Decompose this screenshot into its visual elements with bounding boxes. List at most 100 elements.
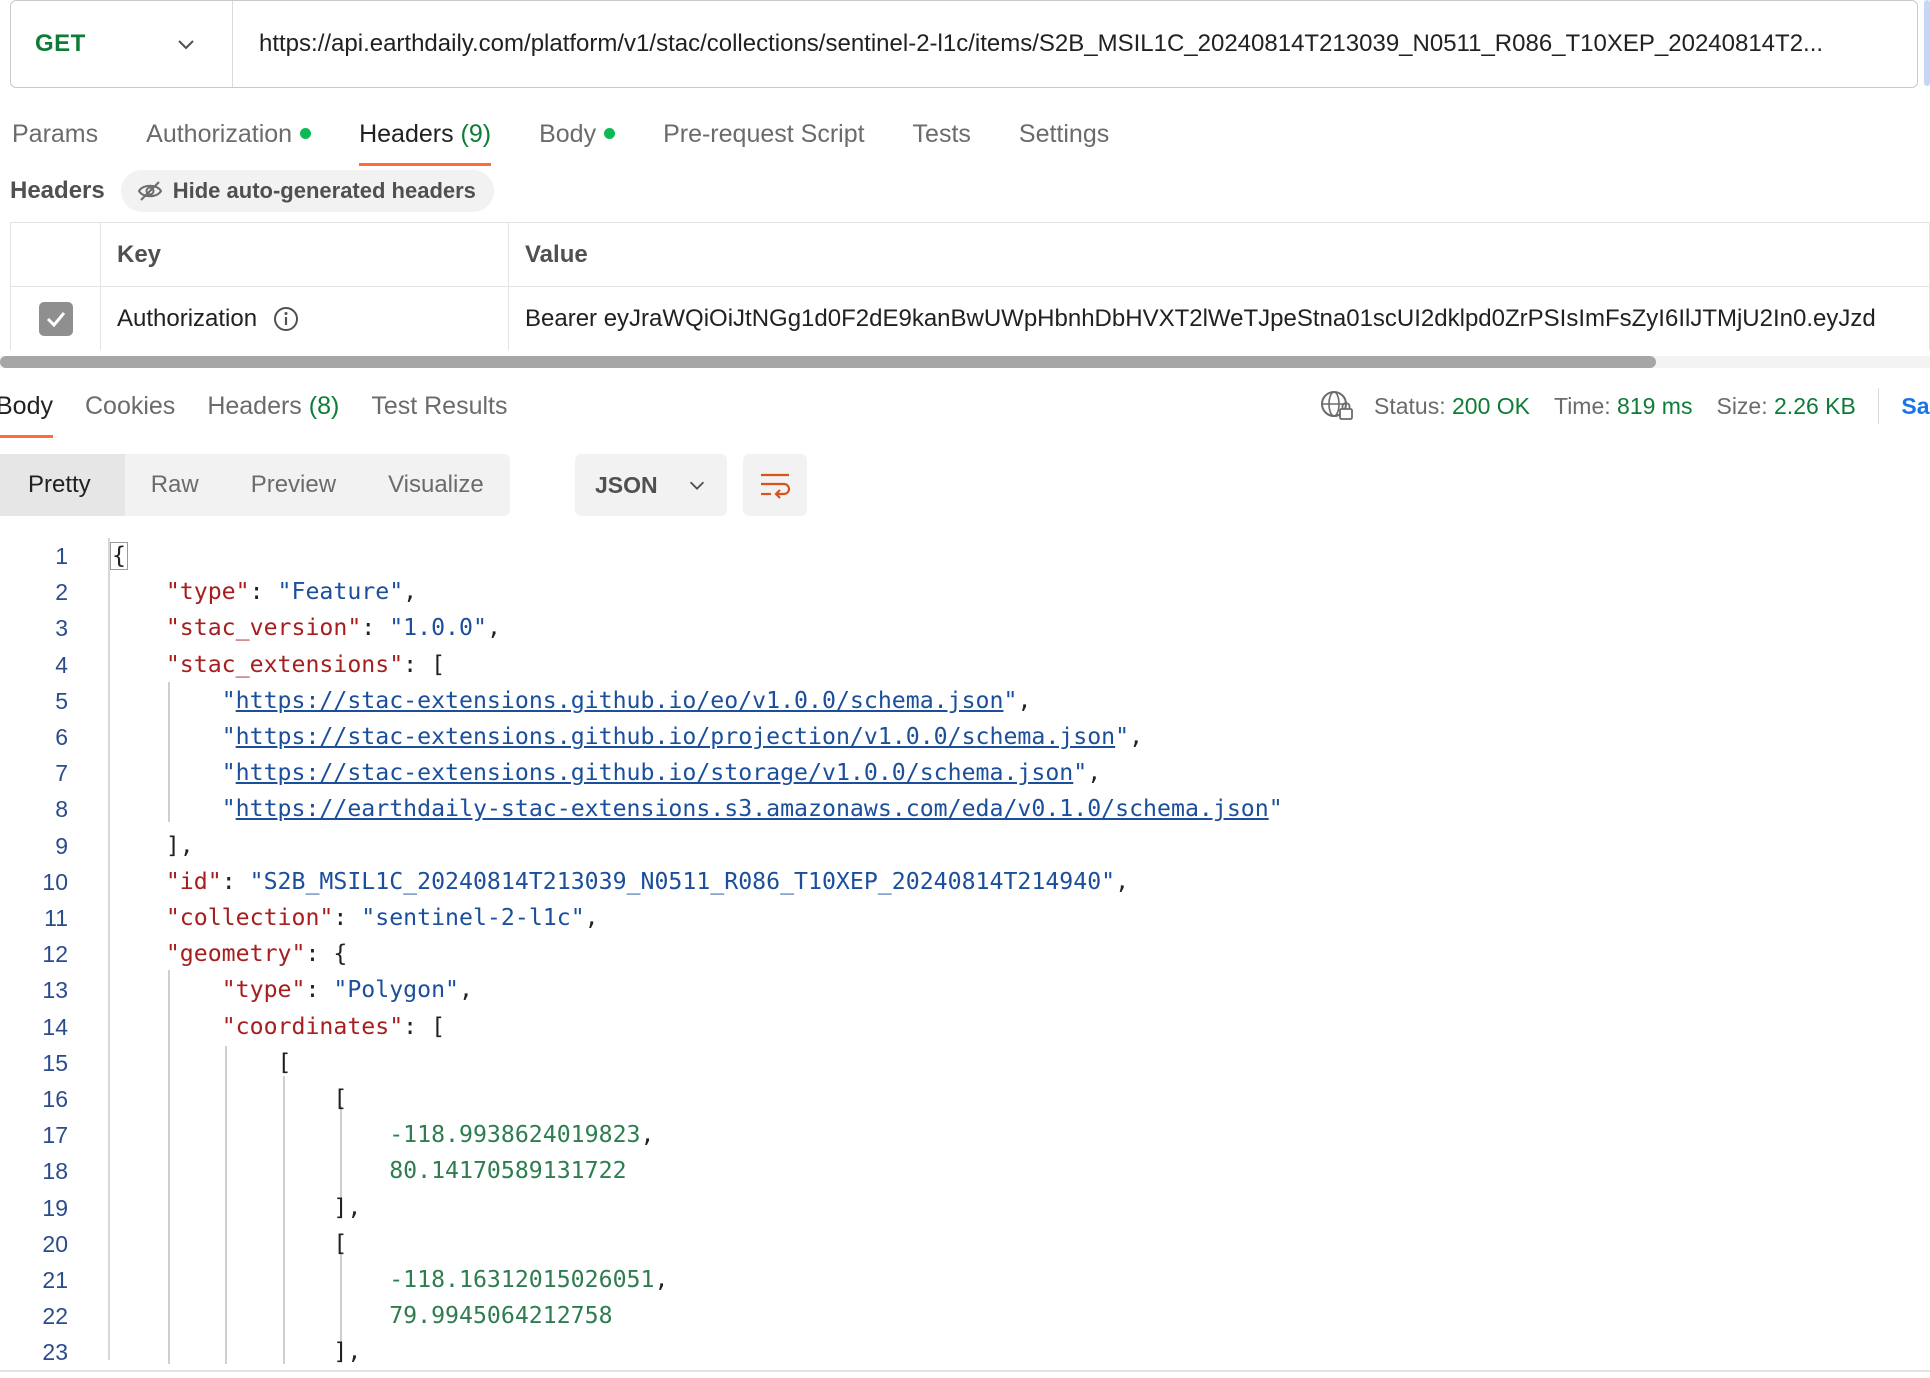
- tab-params[interactable]: Params: [12, 112, 98, 166]
- response-tab-cookies[interactable]: Cookies: [85, 386, 175, 438]
- json-punctuation: [110, 1157, 389, 1184]
- tab-settings-label: Settings: [1018, 120, 1110, 148]
- response-tab-cookies-label: Cookies: [84, 392, 176, 420]
- json-string: ": [1268, 795, 1283, 823]
- json-url-link[interactable]: https://stac-extensions.github.io/storag…: [236, 759, 1074, 786]
- modified-dot-icon: [604, 127, 616, 139]
- code-line: 9 ],: [0, 828, 1930, 864]
- code-text: {: [110, 538, 128, 574]
- line-number: 19: [42, 1194, 68, 1221]
- table-header-checkbox-col: [11, 223, 101, 286]
- tab-headers-count: (9): [460, 120, 492, 148]
- json-string: ": [221, 759, 236, 787]
- save-response-button[interactable]: Sa: [1901, 393, 1929, 420]
- json-brace: {: [110, 542, 128, 570]
- column-header-key: Key: [101, 223, 509, 286]
- json-url-link[interactable]: https://stac-extensions.github.io/eo/v1.…: [236, 687, 1004, 714]
- tab-headers-label: Headers: [359, 120, 454, 148]
- tab-tests[interactable]: Tests: [913, 112, 971, 166]
- json-punctuation: :: [361, 614, 390, 642]
- tab-headers[interactable]: Headers (9): [359, 112, 492, 166]
- json-punctuation: : {: [305, 940, 348, 968]
- json-punctuation: ],: [110, 1193, 362, 1221]
- json-punctuation: [110, 868, 166, 895]
- line-number: 14: [42, 1013, 68, 1040]
- tab-authorization[interactable]: Authorization: [146, 112, 312, 166]
- json-punctuation: ,: [1017, 686, 1032, 714]
- view-mode-visualize[interactable]: Visualize: [362, 454, 510, 516]
- scrollbar-thumb[interactable]: [0, 356, 1656, 368]
- response-body-code-view[interactable]: 1{2 "type": "Feature", 3 "stac_version": …: [0, 538, 1930, 1364]
- view-mode-raw[interactable]: Raw: [125, 454, 225, 516]
- line-number: 11: [44, 905, 68, 931]
- json-number: 80.14170589131722: [389, 1157, 627, 1185]
- hide-auto-generated-headers-button[interactable]: Hide auto-generated headers: [120, 170, 494, 212]
- view-mode-pretty[interactable]: Pretty: [0, 454, 125, 516]
- header-key-cell[interactable]: Authorization: [101, 287, 509, 350]
- time-label: Time:: [1554, 392, 1611, 419]
- json-url-link[interactable]: https://earthdaily-stac-extensions.s3.am…: [236, 795, 1269, 822]
- code-text: 80.14170589131722: [110, 1153, 627, 1189]
- info-icon[interactable]: [273, 306, 299, 332]
- tab-settings[interactable]: Settings: [1019, 112, 1109, 166]
- response-tab-body[interactable]: Body: [0, 386, 53, 438]
- header-value-cell[interactable]: Bearer eyJraWQiOiJtNGg1d0F2dE9kanBwUWpHb…: [509, 287, 1930, 350]
- line-number: 15: [42, 1049, 68, 1076]
- tab-pre-request-script[interactable]: Pre-request Script: [663, 112, 864, 166]
- code-text: "https://stac-extensions.github.io/eo/v1…: [110, 683, 1032, 719]
- headers-table: Key Value Authorization Bearer eyJraWQiO…: [10, 222, 1930, 350]
- code-text: -118.16312015026051,: [110, 1262, 668, 1298]
- json-punctuation: ],: [110, 1338, 362, 1364]
- header-key-text: Authorization: [117, 304, 258, 332]
- code-line: 23 ],: [0, 1334, 1930, 1364]
- code-line: 21 -118.16312015026051,: [0, 1262, 1930, 1298]
- wrap-lines-icon: [761, 473, 791, 499]
- json-punctuation: [110, 578, 166, 605]
- json-punctuation: ,: [486, 614, 501, 642]
- code-line: 2 "type": "Feature",: [0, 574, 1930, 610]
- json-key: "geometry": [165, 940, 306, 968]
- json-punctuation: [: [110, 1048, 292, 1076]
- headers-section-title: Headers: [10, 177, 105, 204]
- format-select[interactable]: JSON: [575, 454, 727, 516]
- code-text: "collection": "sentinel-2-l1c",: [110, 900, 599, 936]
- view-mode-preview[interactable]: Preview: [225, 454, 362, 516]
- http-method-select[interactable]: GET: [11, 1, 233, 87]
- time-value[interactable]: 819 ms: [1617, 393, 1692, 420]
- response-status-bar: Status: 200 OK Time: 819 ms Size: 2.26 K…: [1320, 388, 1930, 424]
- json-key: "type": [165, 578, 250, 606]
- code-line: 4 "stac_extensions": [: [0, 647, 1930, 683]
- code-text: ],: [110, 1334, 361, 1364]
- code-line: 14 "coordinates": [: [0, 1009, 1930, 1045]
- code-text: -118.9938624019823,: [110, 1117, 654, 1153]
- status-value[interactable]: 200 OK: [1452, 393, 1530, 420]
- code-text: "coordinates": [: [110, 1009, 445, 1045]
- url-input[interactable]: https://api.earthdaily.com/platform/v1/s…: [233, 30, 1917, 58]
- tab-tests-label: Tests: [912, 120, 971, 148]
- json-punctuation: [110, 723, 222, 750]
- code-text: [: [110, 1226, 347, 1262]
- postman-request-window: GET https://api.earthdaily.com/platform/…: [0, 0, 1930, 1378]
- tab-body[interactable]: Body: [539, 112, 616, 166]
- wrap-lines-button[interactable]: [743, 454, 807, 516]
- code-line: 16 [: [0, 1081, 1930, 1117]
- globe-lock-icon[interactable]: [1320, 390, 1354, 422]
- json-number: 79.9945064212758: [389, 1302, 613, 1330]
- json-url-link[interactable]: https://stac-extensions.github.io/projec…: [236, 723, 1115, 750]
- line-number: 3: [55, 615, 68, 642]
- json-string: ": [1115, 723, 1130, 750]
- header-enabled-checkbox[interactable]: [38, 301, 73, 336]
- json-punctuation: :: [249, 578, 278, 606]
- code-text: "type": "Polygon",: [110, 972, 473, 1008]
- response-tab-test-results[interactable]: Test Results: [371, 386, 507, 438]
- code-text: [: [110, 1045, 292, 1081]
- response-tab-headers[interactable]: Headers (8): [207, 386, 339, 438]
- json-punctuation: ,: [459, 976, 473, 1004]
- code-line: 20 [: [0, 1226, 1930, 1262]
- line-number: 22: [42, 1303, 68, 1330]
- size-value[interactable]: 2.26 KB: [1774, 393, 1856, 420]
- bottom-divider: [0, 1370, 1930, 1372]
- send-button-edge[interactable]: [1924, 0, 1930, 86]
- horizontal-scrollbar[interactable]: [0, 356, 1930, 368]
- code-line: 15 [: [0, 1045, 1930, 1081]
